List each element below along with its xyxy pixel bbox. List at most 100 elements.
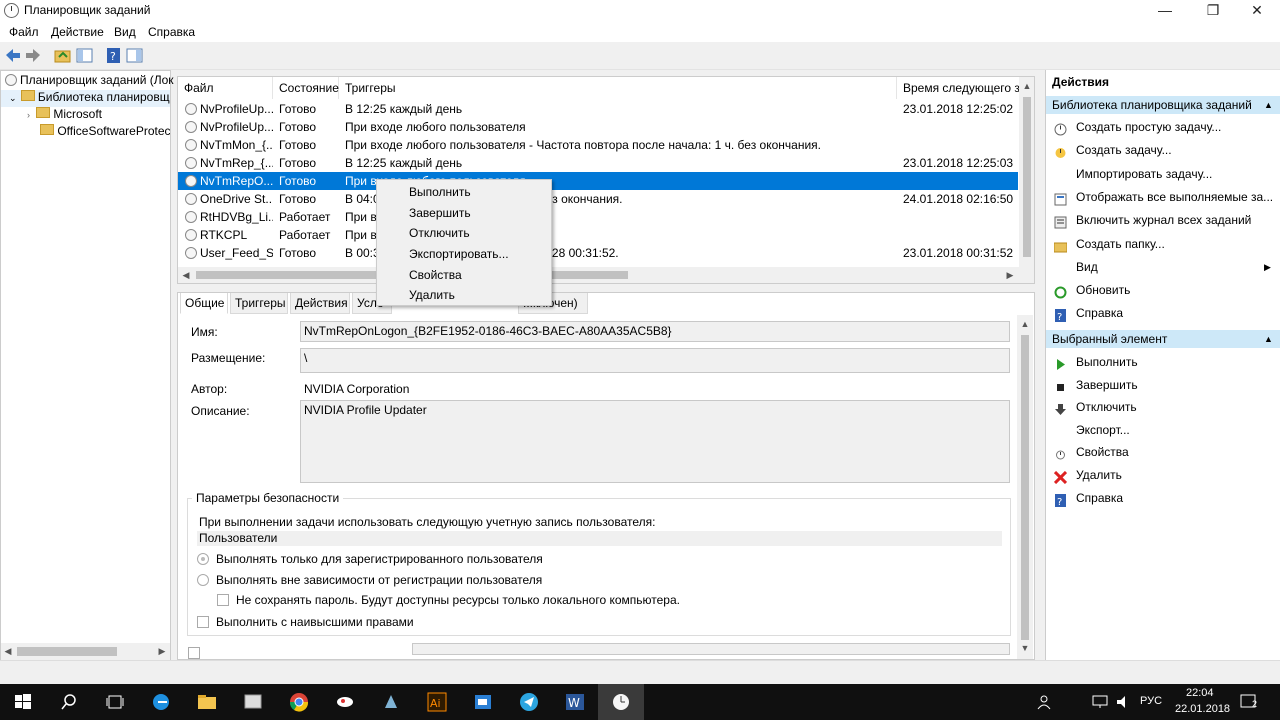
tree-item-officesoftware[interactable]: OfficeSoftwareProtect	[40, 124, 170, 141]
scroll-thumb[interactable]	[1023, 97, 1031, 257]
app-icon[interactable]	[230, 684, 276, 720]
selected-action-item[interactable]: Выполнить	[1046, 351, 1280, 373]
clock-time[interactable]: 22:04	[1186, 687, 1214, 699]
windows-start-icon[interactable]	[0, 684, 46, 720]
action-item[interactable]: Создать простую задачу...	[1046, 116, 1280, 138]
action-item[interactable]: Отображать все выполняемые за...	[1046, 186, 1280, 208]
context-delete[interactable]: Удалить	[377, 285, 551, 305]
show-hide-tree-icon[interactable]	[76, 47, 94, 64]
task-row[interactable]: User_Feed_S...ГотовоВ 00:3 ... действия …	[178, 244, 1018, 262]
menu-file[interactable]: Файл	[9, 25, 39, 39]
menu-help[interactable]: Справка	[148, 25, 195, 39]
menu-view[interactable]: Вид	[114, 25, 136, 39]
task-row[interactable]: NvTmRepO...ГотовоПри входе любого пользо…	[178, 172, 1018, 190]
help-icon[interactable]: ?	[105, 47, 123, 64]
app-icon[interactable]	[368, 684, 414, 720]
tree-item-library[interactable]: ⌄ Библиотека планировщ	[1, 90, 170, 107]
language-indicator[interactable]: РУС	[1140, 695, 1162, 707]
selected-action-item[interactable]: Завершить	[1046, 374, 1280, 396]
telegram-icon[interactable]	[506, 684, 552, 720]
scroll-right-icon[interactable]: ▶	[1004, 270, 1016, 281]
back-arrow-icon[interactable]	[4, 47, 22, 64]
volume-icon[interactable]	[1116, 695, 1132, 709]
task-row[interactable]: NvTmMon_{... Готово При входе любого польз…	[178, 136, 1018, 154]
context-end[interactable]: Завершить	[377, 203, 551, 223]
selected-action-item[interactable]: Удалить	[1046, 464, 1280, 486]
action-item[interactable]: Обновить	[1046, 279, 1280, 301]
task-scheduler-taskbar-icon[interactable]	[598, 684, 644, 720]
task-row[interactable]: NvProfileUp... Готово В 12:25 каждый день 2…	[178, 100, 1018, 118]
task-row[interactable]: OneDrive St...ГотовоВ 04:00 ... осле нач…	[178, 190, 1018, 208]
checkbox-hidden[interactable]	[188, 647, 200, 659]
edge-browser-icon[interactable]	[138, 684, 184, 720]
users-field[interactable]: Пользователи	[197, 531, 1002, 546]
word-icon[interactable]: W	[552, 684, 598, 720]
scroll-left-icon[interactable]: ◀	[180, 270, 192, 281]
column-header-next-run[interactable]: Время следующего за	[897, 77, 1020, 99]
task-row[interactable]: RTKCPL Работает При в	[178, 226, 1018, 244]
scroll-up-icon[interactable]: ▲	[1019, 81, 1034, 91]
radio-whether-logged-on[interactable]	[197, 574, 209, 586]
search-icon[interactable]	[46, 684, 92, 720]
outlook-icon[interactable]	[460, 684, 506, 720]
scroll-up-icon[interactable]: ▲	[1017, 319, 1033, 329]
scroll-right-icon[interactable]: ▶	[155, 646, 169, 657]
description-field[interactable]: NVIDIA Profile Updater	[300, 400, 1010, 483]
task-row[interactable]: NvProfileUp... Готово При входе любого пол…	[178, 118, 1018, 136]
section-selected-item[interactable]: Выбранный элемент ▲	[1046, 330, 1280, 348]
scroll-down-icon[interactable]: ▼	[1017, 643, 1033, 653]
selected-action-item[interactable]: Экспорт...	[1046, 419, 1280, 441]
tab-triggers[interactable]: Триггеры	[230, 293, 288, 314]
column-header-state[interactable]: Состояние	[273, 77, 339, 99]
scroll-thumb[interactable]	[1021, 335, 1029, 640]
task-view-icon[interactable]	[92, 684, 138, 720]
column-header-triggers[interactable]: Триггеры	[339, 77, 897, 99]
context-properties[interactable]: Свойства	[377, 265, 551, 285]
task-list-horizontal-scrollbar[interactable]: ◀ ▶	[178, 267, 1019, 283]
context-disable[interactable]: Отключить	[377, 223, 551, 243]
selected-action-item[interactable]: ? Справка	[1046, 487, 1280, 509]
checkbox-highest-privileges[interactable]	[197, 616, 209, 628]
name-field[interactable]: NvTmRepOnLogon_{B2FE1952-0186-46C3-BAEC-…	[300, 321, 1010, 342]
task-row[interactable]: NvTmRep_{... Готово В 12:25 каждый день 23.…	[178, 154, 1018, 172]
task-list-vertical-scrollbar[interactable]: ▲	[1019, 77, 1034, 283]
illustrator-icon[interactable]: Ai	[414, 684, 460, 720]
app-icon[interactable]	[322, 684, 368, 720]
minimize-button[interactable]: —	[1142, 0, 1188, 22]
menu-action[interactable]: Действие	[51, 25, 104, 39]
action-item[interactable]: Создать задачу...	[1046, 139, 1280, 161]
action-item[interactable]: Вид ▶	[1046, 256, 1280, 278]
configure-for-field[interactable]	[412, 643, 1010, 655]
clock-date[interactable]: 22.01.2018	[1175, 703, 1230, 715]
tree-item-root[interactable]: Планировщик заданий (Лок	[5, 73, 174, 90]
forward-arrow-icon[interactable]	[24, 47, 42, 64]
show-hide-action-pane-icon[interactable]	[126, 47, 144, 64]
task-row[interactable]: RtHDVBg_Li... Работает При в	[178, 208, 1018, 226]
checkbox-do-not-store-password[interactable]	[217, 594, 229, 606]
collapse-icon[interactable]: ▲	[1264, 96, 1273, 114]
tab-actions[interactable]: Действия	[290, 293, 350, 314]
section-library[interactable]: Библиотека планировщика заданий ▲	[1046, 96, 1280, 114]
close-button[interactable]: ✕	[1234, 0, 1280, 22]
column-header-file[interactable]: Файл	[178, 77, 273, 99]
tree-horizontal-scrollbar[interactable]: ◀ ▶	[1, 643, 170, 660]
maximize-button[interactable]: ❐	[1190, 0, 1236, 22]
scroll-thumb[interactable]	[17, 647, 117, 656]
selected-action-item[interactable]: Отключить	[1046, 396, 1280, 418]
action-item[interactable]: Создать папку...	[1046, 233, 1280, 255]
up-folder-icon[interactable]	[54, 47, 72, 64]
action-item[interactable]: ? Справка	[1046, 302, 1280, 324]
context-run[interactable]: Выполнить	[377, 182, 551, 202]
location-field[interactable]: \	[300, 348, 1010, 373]
details-vertical-scrollbar[interactable]: ▲ ▼	[1017, 315, 1033, 659]
notification-center-icon[interactable]: 2	[1240, 693, 1260, 711]
chrome-icon[interactable]	[276, 684, 322, 720]
action-item[interactable]: Включить журнал всех заданий	[1046, 209, 1280, 231]
tree-item-microsoft[interactable]: › Microsoft	[27, 107, 102, 124]
radio-logged-on-only[interactable]	[197, 553, 209, 565]
scroll-left-icon[interactable]: ◀	[1, 646, 15, 657]
tab-general[interactable]: Общие	[180, 293, 228, 314]
people-icon[interactable]	[1036, 694, 1052, 710]
context-export[interactable]: Экспортировать...	[377, 244, 551, 264]
collapse-icon[interactable]: ▲	[1264, 330, 1273, 348]
